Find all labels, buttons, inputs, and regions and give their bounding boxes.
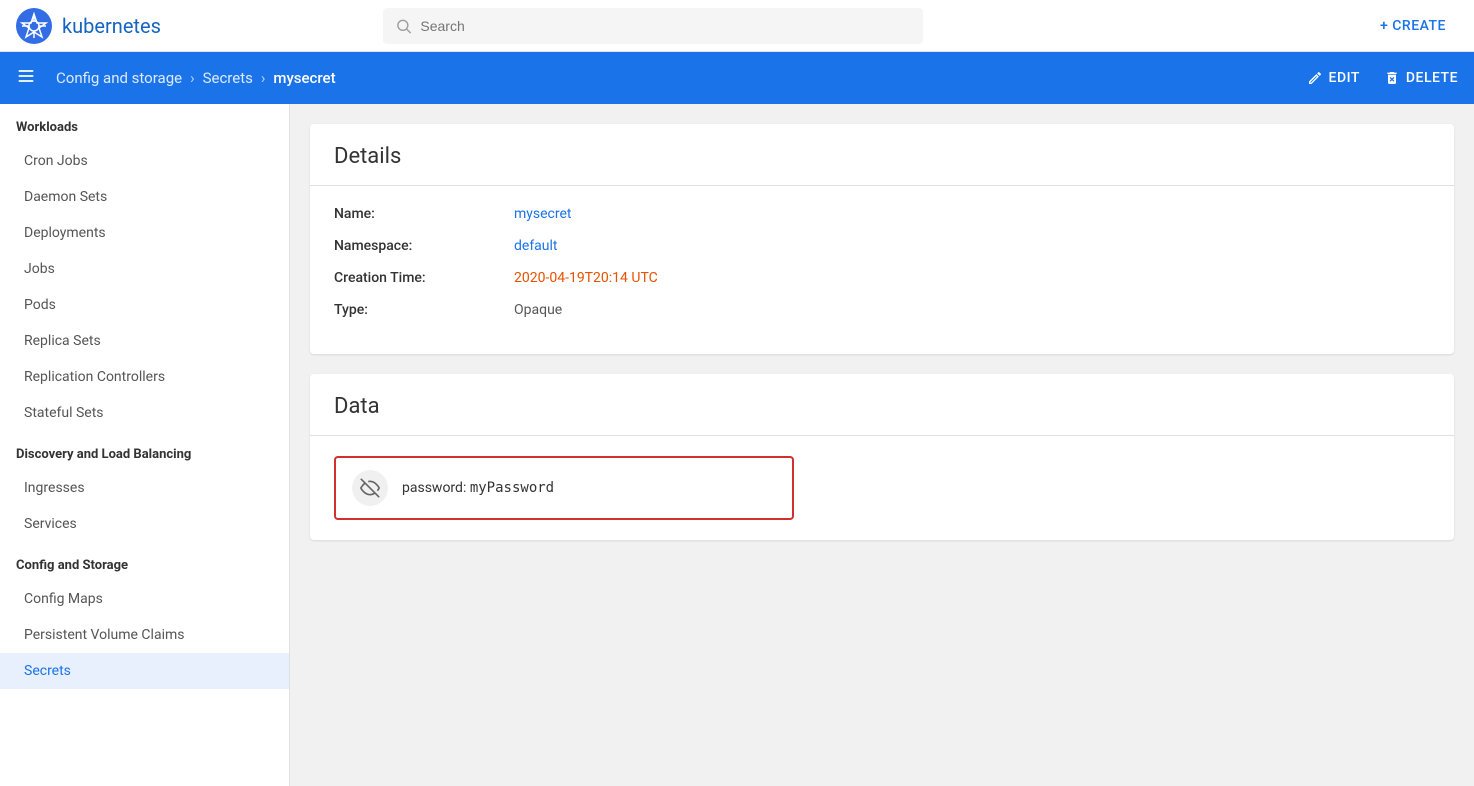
detail-value-name[interactable]: mysecret	[514, 206, 572, 222]
data-title: Data	[310, 374, 1454, 436]
detail-label-creation-time: Creation Time:	[334, 270, 514, 286]
edit-icon	[1307, 70, 1323, 86]
detail-row-type: Type: Opaque	[334, 302, 1430, 318]
logo-link[interactable]: kubernetes	[16, 8, 161, 44]
breadcrumb-bar: Config and storage › Secrets › mysecret …	[0, 52, 1474, 104]
sidebar-item-pvc[interactable]: Persistent Volume Claims	[0, 617, 289, 653]
detail-value-creation-time[interactable]: 2020-04-19T20:14 UTC	[514, 270, 658, 286]
sidebar-item-jobs[interactable]: Jobs	[0, 251, 289, 287]
top-navigation: kubernetes + CREATE	[0, 0, 1474, 52]
menu-icon[interactable]	[16, 66, 36, 90]
search-bar	[383, 8, 923, 44]
search-input[interactable]	[420, 18, 911, 34]
sidebar-item-stateful-sets[interactable]: Stateful Sets	[0, 395, 289, 431]
details-title: Details	[310, 124, 1454, 186]
detail-row-name: Name: mysecret	[334, 206, 1430, 222]
data-password-label: password: myPassword	[402, 480, 554, 496]
details-body: Name: mysecret Namespace: default Creati…	[310, 186, 1454, 354]
delete-button[interactable]: DELETE	[1384, 70, 1458, 86]
kubernetes-logo-icon	[16, 8, 52, 44]
sidebar-item-secrets[interactable]: Secrets	[0, 653, 289, 689]
eye-off-icon	[360, 478, 380, 498]
sidebar-item-deployments[interactable]: Deployments	[0, 215, 289, 251]
detail-label-namespace: Namespace:	[334, 238, 514, 254]
sidebar-item-replication-controllers[interactable]: Replication Controllers	[0, 359, 289, 395]
toggle-visibility-button[interactable]	[352, 470, 388, 506]
details-card: Details Name: mysecret Namespace: defaul…	[310, 124, 1454, 354]
breadcrumb-secrets[interactable]: Secrets	[203, 69, 253, 87]
data-body: password: myPassword	[310, 436, 1454, 540]
discovery-section-title: Discovery and Load Balancing	[0, 431, 289, 470]
create-button[interactable]: + CREATE	[1368, 10, 1458, 42]
sidebar-item-config-maps[interactable]: Config Maps	[0, 581, 289, 617]
data-entry-password: password: myPassword	[334, 456, 794, 520]
sidebar-item-daemon-sets[interactable]: Daemon Sets	[0, 179, 289, 215]
workloads-section-title: Workloads	[0, 104, 289, 143]
data-password-value: myPassword	[470, 480, 554, 496]
detail-label-type: Type:	[334, 302, 514, 318]
detail-label-name: Name:	[334, 206, 514, 222]
detail-row-creation-time: Creation Time: 2020-04-19T20:14 UTC	[334, 270, 1430, 286]
search-icon	[395, 17, 412, 35]
sidebar: Workloads Cron Jobs Daemon Sets Deployme…	[0, 104, 290, 786]
breadcrumb-sep-1: ›	[190, 69, 195, 87]
main-content: Details Name: mysecret Namespace: defaul…	[290, 104, 1474, 786]
data-card: Data password: myPassword	[310, 374, 1454, 540]
edit-button[interactable]: EDIT	[1307, 70, 1360, 86]
breadcrumb-sep-2: ›	[261, 69, 266, 87]
breadcrumb-config-storage[interactable]: Config and storage	[56, 69, 182, 87]
config-section-title: Config and Storage	[0, 542, 289, 581]
sidebar-item-pods[interactable]: Pods	[0, 287, 289, 323]
detail-row-namespace: Namespace: default	[334, 238, 1430, 254]
delete-icon	[1384, 70, 1400, 86]
breadcrumb-mysecret: mysecret	[273, 69, 335, 87]
detail-value-namespace[interactable]: default	[514, 238, 558, 254]
sidebar-item-ingresses[interactable]: Ingresses	[0, 470, 289, 506]
detail-value-type: Opaque	[514, 302, 562, 318]
logo-text: kubernetes	[62, 14, 161, 38]
sidebar-item-cron-jobs[interactable]: Cron Jobs	[0, 143, 289, 179]
sidebar-item-services[interactable]: Services	[0, 506, 289, 542]
sidebar-item-replica-sets[interactable]: Replica Sets	[0, 323, 289, 359]
main-layout: Workloads Cron Jobs Daemon Sets Deployme…	[0, 104, 1474, 786]
breadcrumb-actions: EDIT DELETE	[1307, 70, 1458, 86]
